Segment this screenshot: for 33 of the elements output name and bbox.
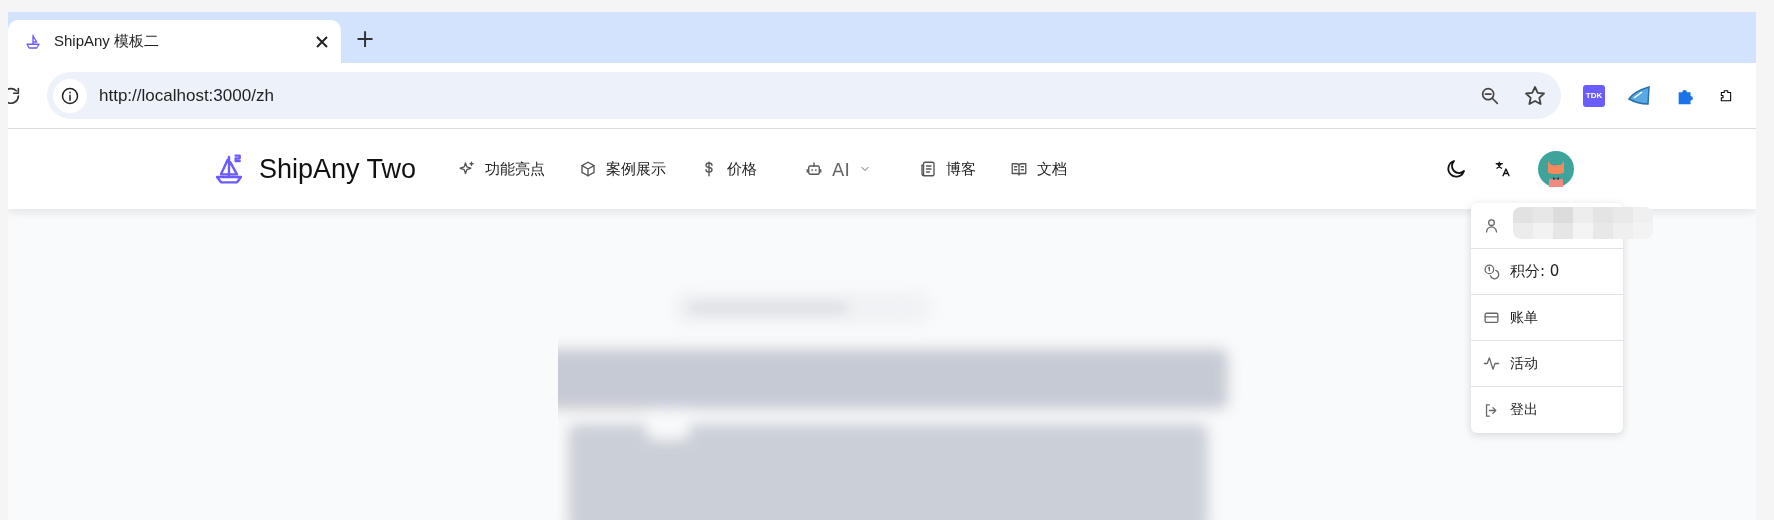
new-tab-button[interactable]: + bbox=[349, 23, 381, 55]
robot-icon bbox=[805, 160, 824, 178]
address-bar[interactable]: http://localhost:3000/zh bbox=[47, 72, 1561, 119]
menu-item[interactable]: 账单 bbox=[1471, 295, 1623, 341]
nav-link[interactable]: 案例展示 bbox=[579, 159, 667, 179]
dark-mode-icon[interactable] bbox=[1444, 157, 1468, 181]
nav-link[interactable]: 功能亮点 bbox=[458, 159, 546, 179]
url-text: http://localhost:3000/zh bbox=[99, 85, 275, 106]
browser-tab[interactable]: ShipAny 模板二 bbox=[8, 20, 341, 63]
star-icon[interactable] bbox=[1523, 83, 1547, 108]
user-icon bbox=[1483, 217, 1500, 234]
pulse-icon bbox=[1483, 355, 1500, 372]
cube-icon bbox=[579, 160, 598, 178]
close-icon[interactable] bbox=[315, 34, 329, 49]
translate-icon[interactable] bbox=[1494, 160, 1512, 178]
nav-link[interactable]: 博客 bbox=[918, 159, 976, 179]
menu-item[interactable]: 登出 bbox=[1471, 387, 1623, 433]
menu-item[interactable]: 活动 bbox=[1471, 341, 1623, 387]
nav-link[interactable]: AI bbox=[805, 158, 871, 180]
info-icon[interactable] bbox=[53, 78, 87, 113]
extension-icon[interactable] bbox=[1627, 83, 1653, 108]
menu-item[interactable]: 积分: 0 bbox=[1471, 249, 1623, 295]
coins-icon bbox=[1483, 263, 1500, 280]
brand-name[interactable]: ShipAny Two bbox=[259, 153, 417, 185]
tab-title: ShipAny 模板二 bbox=[54, 32, 161, 51]
boat-icon bbox=[24, 32, 42, 51]
nav-link[interactable]: 文档 bbox=[1009, 159, 1067, 179]
extension-icon[interactable]: TDK bbox=[1583, 84, 1605, 107]
nav-link[interactable]: 价格 bbox=[700, 159, 758, 179]
newspaper-icon bbox=[918, 160, 937, 178]
avatar[interactable] bbox=[1538, 151, 1574, 187]
book-icon bbox=[1009, 160, 1028, 178]
sailboat-logo bbox=[213, 153, 245, 185]
